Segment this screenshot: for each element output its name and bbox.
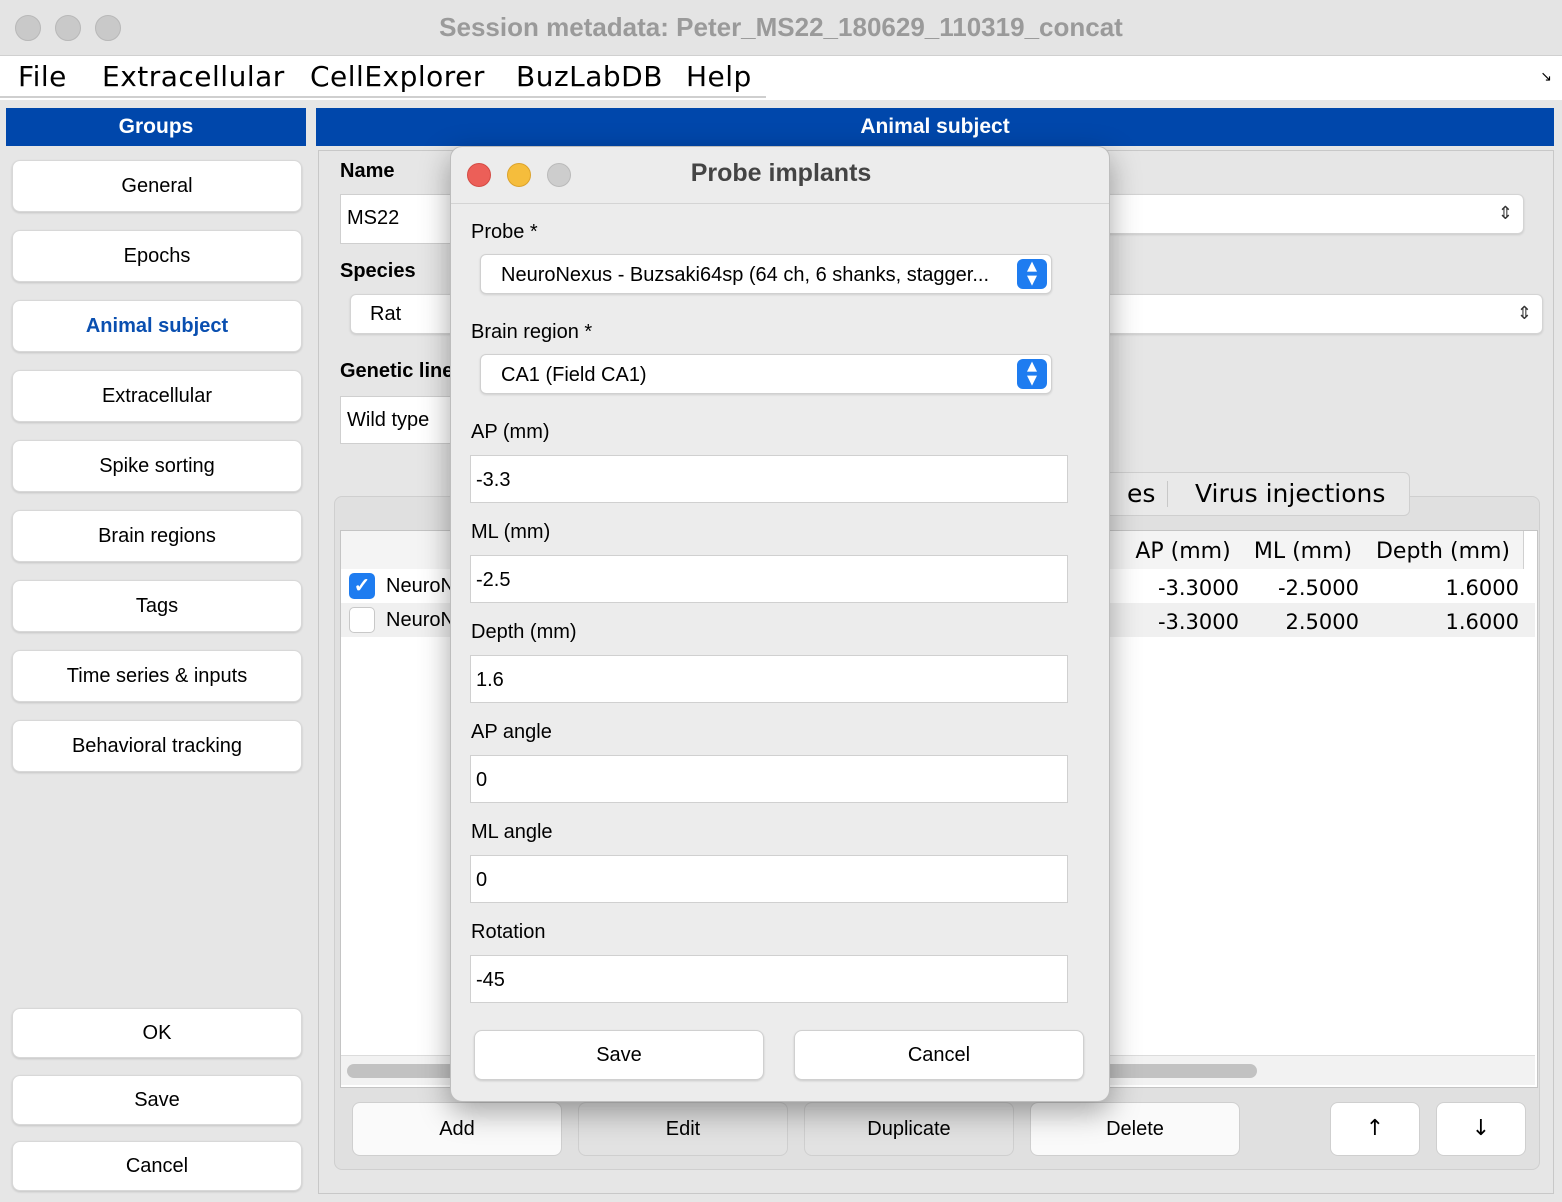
row-1-ml: -2.5000 (1277, 576, 1359, 600)
ml-angle-label: ML angle (471, 821, 553, 843)
probe-value: NeuroNexus - Buzsaki64sp (64 ch, 6 shank… (501, 264, 990, 286)
probe-implants-dialog: Probe implants Probe * NeuroNexus - Buzs… (450, 146, 1110, 1102)
sidebar-item-animal-subject[interactable]: Animal subject (12, 300, 302, 352)
probe-label: Probe * (471, 221, 538, 243)
rotation-label: Rotation (471, 921, 546, 943)
menu-divider (0, 96, 766, 98)
rotation-field[interactable]: -45 (470, 955, 1068, 1003)
dialog-cancel-button[interactable]: Cancel (794, 1030, 1084, 1080)
brain-region-label: Brain region * (471, 321, 593, 343)
dialog-titlebar: Probe implants (451, 147, 1109, 204)
sidebar-item-time-series[interactable]: Time series & inputs (12, 650, 302, 702)
ok-button[interactable]: OK (12, 1008, 302, 1058)
menu-file[interactable]: File (18, 60, 67, 93)
window-titlebar: Session metadata: Peter_MS22_180629_1103… (0, 0, 1562, 56)
tab-divider (1167, 481, 1168, 507)
chevron-updown-icon: ▲ ▼ (1017, 359, 1047, 389)
menu-bar: File Extracellular CellExplorer BuzLabDB… (0, 56, 1562, 100)
table-header-ap[interactable]: AP (mm) (1123, 531, 1244, 570)
ap-angle-label: AP angle (471, 721, 552, 743)
move-down-button[interactable]: ↓ (1436, 1102, 1526, 1156)
sidebar-item-tags[interactable]: Tags (12, 580, 302, 632)
row-2-ap: -3.3000 (1157, 610, 1239, 634)
row-1-depth: 1.6000 (1445, 576, 1519, 600)
species-label: Species (340, 260, 416, 282)
delete-button[interactable]: Delete (1030, 1102, 1240, 1156)
table-header-ml[interactable]: ML (mm) (1243, 531, 1364, 570)
table-header-depth[interactable]: Depth (mm) (1363, 531, 1524, 570)
ml-label: ML (mm) (471, 521, 551, 543)
menu-help[interactable]: Help (686, 60, 752, 93)
name-label: Name (340, 160, 395, 182)
dialog-title: Probe implants (690, 159, 872, 187)
sidebar-item-spike-sorting[interactable]: Spike sorting (12, 440, 302, 492)
probe-select[interactable]: NeuroNexus - Buzsaki64sp (64 ch, 6 shank… (480, 254, 1052, 294)
row-1-ap: -3.3000 (1157, 576, 1239, 600)
ml-field[interactable]: -2.5 (470, 555, 1068, 603)
tab-strip: Surgeries Virus injections (1100, 472, 1410, 516)
sidebar-header: Groups (6, 108, 306, 146)
main-header: Animal subject (316, 108, 1554, 146)
table-header-checkbox (341, 531, 384, 570)
row-2-ml: 2.5000 (1285, 610, 1359, 634)
menu-cellexplorer[interactable]: CellExplorer (310, 60, 485, 93)
dialog-save-button[interactable]: Save (474, 1030, 764, 1080)
brain-region-value: CA1 (Field CA1) (501, 364, 647, 386)
row-2-checkbox[interactable] (349, 607, 375, 633)
menu-extracellular[interactable]: Extracellular (102, 60, 285, 93)
depth-label: Depth (mm) (471, 621, 577, 643)
chevron-updown-icon: ⇕ (1516, 303, 1532, 324)
ap-field[interactable]: -3.3 (470, 455, 1068, 503)
sidebar-item-brain-regions[interactable]: Brain regions (12, 510, 302, 562)
depth-field[interactable]: 1.6 (470, 655, 1068, 703)
edit-button[interactable]: Edit (578, 1102, 788, 1156)
sidebar-item-extracellular[interactable]: Extracellular (12, 370, 302, 422)
sidebar-item-behavioral-tracking[interactable]: Behavioral tracking (12, 720, 302, 772)
ap-label: AP (mm) (471, 421, 550, 443)
cancel-button[interactable]: Cancel (12, 1141, 302, 1191)
add-button[interactable]: Add (352, 1102, 562, 1156)
ml-angle-field[interactable]: 0 (470, 855, 1068, 903)
chevron-updown-icon: ⇕ (1497, 203, 1513, 224)
window-title: Session metadata: Peter_MS22_180629_1103… (439, 12, 1123, 42)
move-up-button[interactable]: ↑ (1330, 1102, 1420, 1156)
brain-region-select[interactable]: CA1 (Field CA1) ▲ ▼ (480, 354, 1052, 394)
save-button[interactable]: Save (12, 1075, 302, 1125)
resize-icon[interactable]: ↘ (1540, 68, 1552, 85)
ap-angle-field[interactable]: 0 (470, 755, 1068, 803)
menu-buzlabdb[interactable]: BuzLabDB (516, 60, 663, 93)
row-2-depth: 1.6000 (1445, 610, 1519, 634)
sidebar-item-epochs[interactable]: Epochs (12, 230, 302, 282)
genetic-line-label: Genetic line (340, 360, 454, 382)
name-related-select[interactable]: ⇕ (1100, 194, 1524, 234)
sidebar-item-general[interactable]: General (12, 160, 302, 212)
row-1-checkbox[interactable]: ✓ (349, 573, 375, 599)
chevron-updown-icon: ▲ ▼ (1017, 259, 1047, 289)
tab-virus-injections[interactable]: Virus injections (1195, 479, 1385, 508)
duplicate-button[interactable]: Duplicate (804, 1102, 1014, 1156)
species-value: Rat (370, 303, 402, 325)
